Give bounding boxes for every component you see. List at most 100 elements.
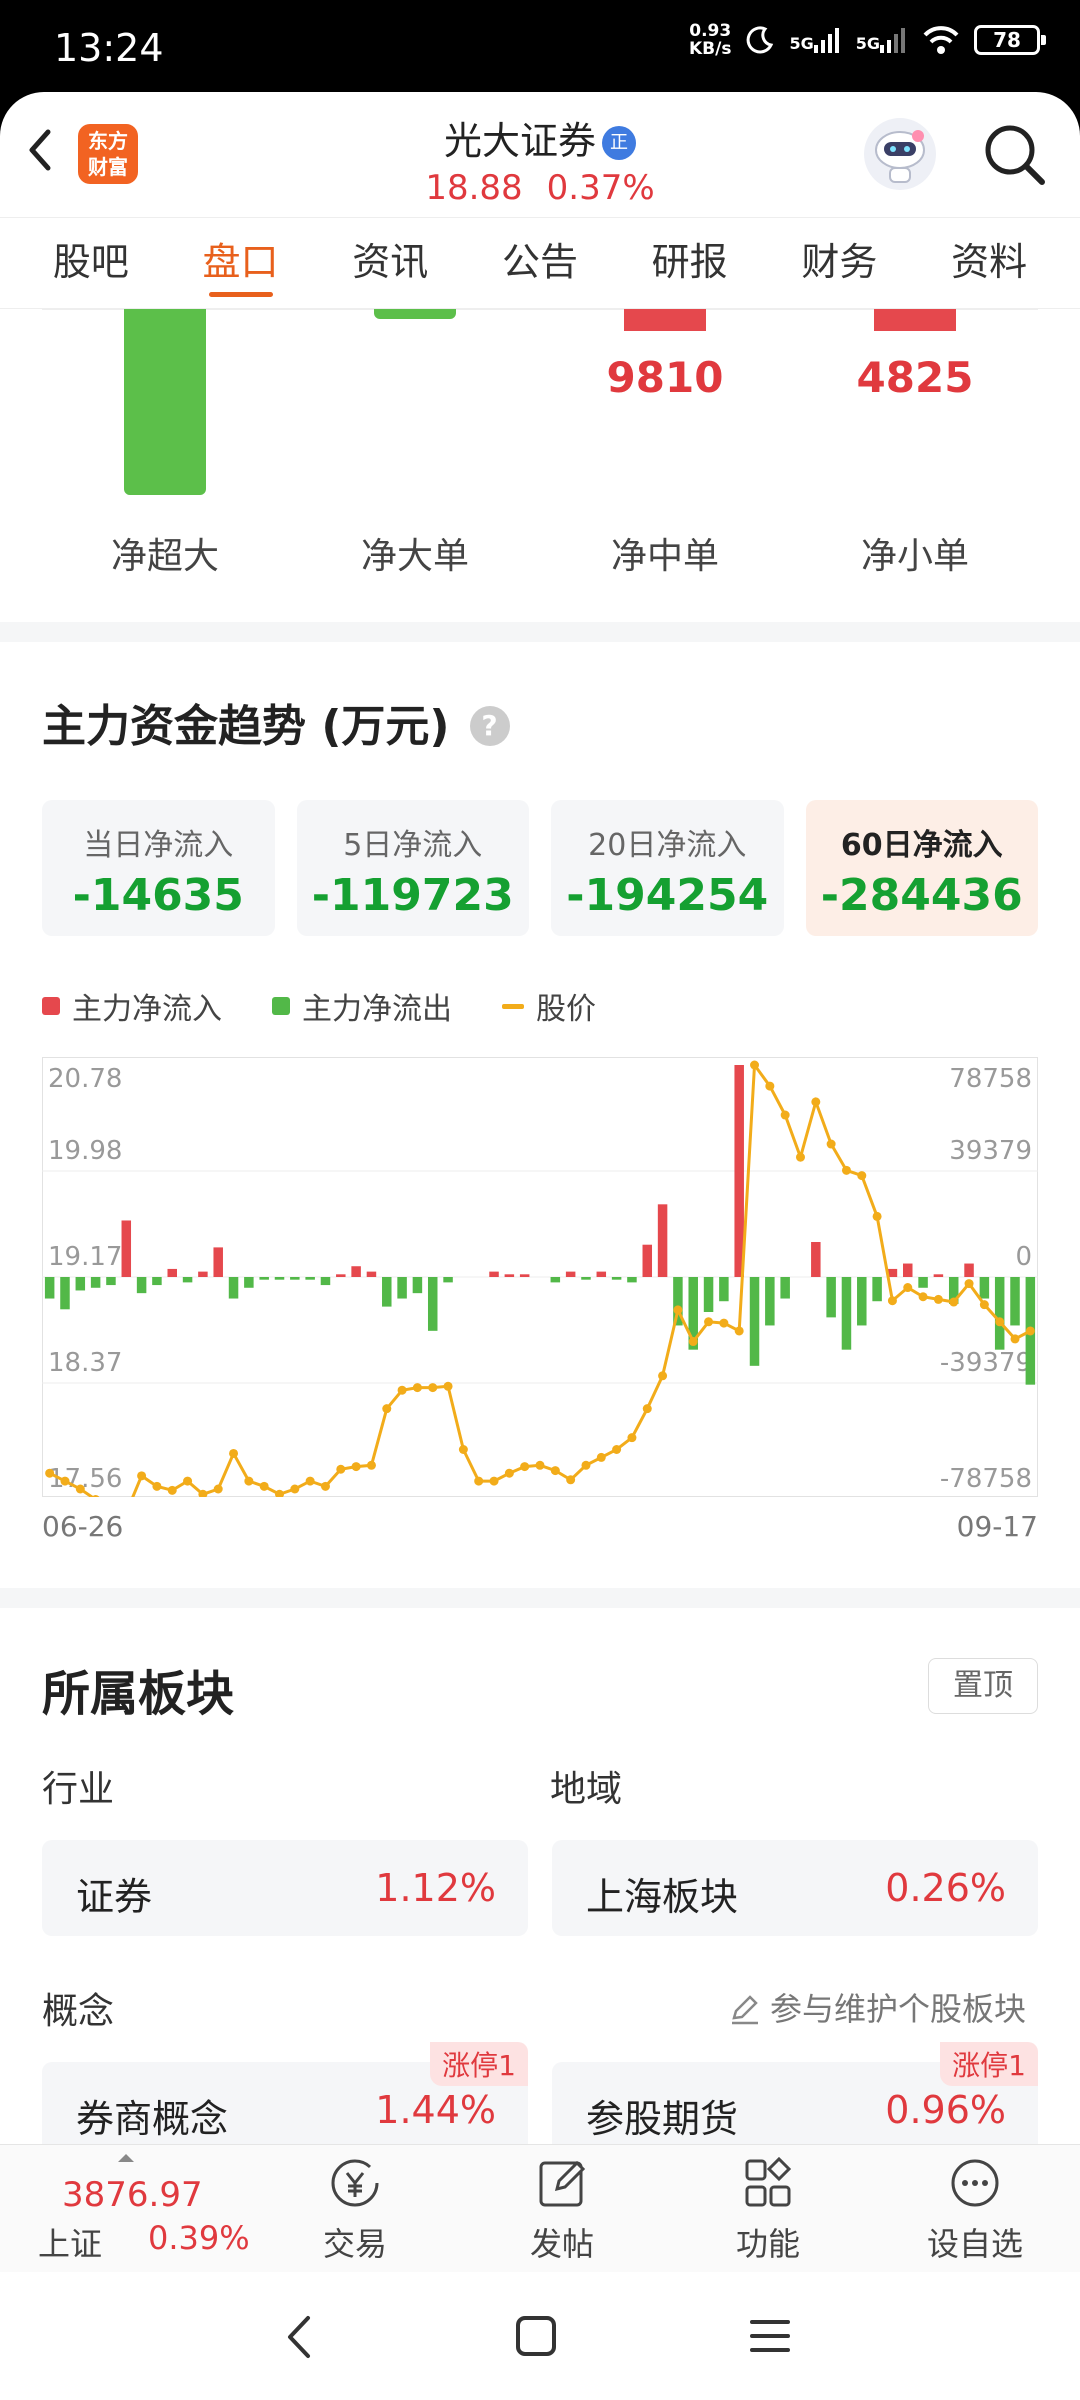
- maintain-sectors-link[interactable]: 参与维护个股板块: [728, 1984, 1026, 2030]
- moon-icon: [747, 26, 774, 54]
- card-5-day[interactable]: 5日净流入 -119723: [296, 800, 529, 936]
- outflow-bar: [412, 1277, 423, 1294]
- tab-news[interactable]: 资讯: [352, 217, 428, 309]
- add-watchlist-button[interactable]: 设自选: [910, 2155, 1040, 2265]
- outflow-bar: [244, 1277, 254, 1288]
- tab-guba[interactable]: 股吧: [53, 217, 129, 309]
- help-icon[interactable]: ?: [469, 706, 510, 746]
- price-point: [949, 1297, 959, 1307]
- legend-inflow: 主力净流入: [42, 984, 222, 1028]
- inflow-bar: [596, 1271, 607, 1277]
- price-point: [366, 1460, 376, 1470]
- price-point: [612, 1444, 622, 1454]
- price-point: [1025, 1326, 1035, 1336]
- price-point: [780, 1110, 790, 1120]
- flow-label-large: 净大单: [360, 536, 469, 577]
- price-point: [320, 1481, 330, 1491]
- outflow-bar: [382, 1277, 392, 1307]
- sector-card-industry[interactable]: 证券 1.12%: [42, 1840, 528, 1936]
- flow-value-medium: 9810: [606, 353, 724, 402]
- price-point: [979, 1300, 989, 1310]
- outflow-bar: [857, 1277, 867, 1326]
- price-point: [995, 1317, 1005, 1327]
- price-point: [183, 1476, 193, 1486]
- price-point: [336, 1464, 346, 1474]
- outflow-bar: [780, 1277, 790, 1299]
- outflow-bar: [90, 1277, 101, 1288]
- left-axis-tick: 19.98: [48, 1136, 122, 1166]
- price-point: [581, 1460, 591, 1470]
- price-point: [167, 1485, 177, 1495]
- sector-card-region[interactable]: 上海板块 0.26%: [552, 1840, 1038, 1936]
- tab-profile[interactable]: 资料: [951, 217, 1027, 309]
- inflow-bar: [642, 1244, 653, 1277]
- card-60-day[interactable]: 60日净流入 -284436: [805, 800, 1038, 936]
- stock-change-pct: 0.37%: [546, 168, 655, 208]
- price-point: [428, 1383, 438, 1393]
- price-point: [520, 1462, 530, 1472]
- price-point: [213, 1484, 223, 1494]
- chart-start-date: 06-26: [42, 1510, 124, 1543]
- price-point: [275, 1489, 285, 1497]
- outflow-bar: [826, 1277, 836, 1318]
- capital-trend-chart[interactable]: 20.78 7875819.98 3937919.17 018.37 -3937917.…: [42, 1057, 1038, 1497]
- flow-bar-medium: [624, 309, 706, 331]
- price-point: [627, 1433, 637, 1443]
- outflow-bar: [44, 1277, 55, 1299]
- card-today[interactable]: 当日净流入 -14635: [42, 800, 275, 936]
- price-point: [658, 1371, 668, 1381]
- price-point: [1010, 1334, 1020, 1344]
- inflow-bar: [811, 1242, 821, 1277]
- flow-label-super-large: 净超大: [110, 536, 219, 577]
- outflow-bar: [872, 1277, 882, 1302]
- battery-icon: 78: [974, 25, 1046, 55]
- price-point: [734, 1326, 744, 1336]
- nav-menu-icon[interactable]: [748, 2314, 792, 2358]
- concept-label: 概念: [42, 1991, 115, 2032]
- tab-finance[interactable]: 财务: [801, 217, 877, 309]
- inflow-bar: [213, 1247, 223, 1277]
- outflow-bar: [611, 1277, 622, 1280]
- post-button[interactable]: 发帖: [497, 2155, 627, 2265]
- flow-summary: 9810 4825 净超大 净大单 净中单 净小单: [0, 309, 1080, 619]
- nav-back-icon[interactable]: [280, 2312, 320, 2362]
- outflow-bar: [703, 1277, 714, 1312]
- section-divider-2: [0, 1588, 1080, 1608]
- tab-pankou[interactable]: 盘口: [203, 217, 279, 309]
- card-20-day[interactable]: 20日净流入 -194254: [551, 800, 784, 936]
- trend-title: 主力资金趋势 (万元)?: [42, 690, 510, 754]
- outflow-bar: [765, 1277, 775, 1326]
- left-axis-tick: 18.37: [48, 1348, 122, 1378]
- inflow-bar: [351, 1266, 361, 1277]
- function-button[interactable]: 功能: [703, 2155, 833, 2265]
- price-point: [244, 1476, 254, 1486]
- chart-date-range: 06-26 09-17: [42, 1510, 1038, 1543]
- right-axis-tick: 0: [1015, 1242, 1032, 1272]
- right-axis-tick: -78758: [940, 1464, 1032, 1494]
- price-point: [382, 1404, 392, 1414]
- outflow-bar: [228, 1277, 239, 1299]
- outflow-bar: [719, 1277, 729, 1302]
- price-point: [642, 1404, 652, 1414]
- pin-button[interactable]: 置顶: [928, 1658, 1038, 1714]
- inflow-bar: [565, 1271, 576, 1277]
- robot-assistant-icon[interactable]: [860, 114, 940, 194]
- flow-bar-large: [374, 309, 456, 319]
- search-icon[interactable]: [980, 120, 1050, 190]
- nav-home-icon[interactable]: [514, 2314, 558, 2358]
- tab-announcements[interactable]: 公告: [502, 217, 578, 309]
- price-point: [290, 1484, 300, 1494]
- caret-up-icon: [118, 2154, 134, 2162]
- left-axis-tick: 19.17: [48, 1242, 122, 1272]
- outflow-bar: [305, 1277, 315, 1280]
- tab-research[interactable]: 研报: [652, 217, 728, 309]
- trade-button[interactable]: 交易: [290, 2155, 420, 2265]
- price-point: [857, 1171, 867, 1181]
- price-point: [535, 1460, 545, 1470]
- legend-outflow: 主力净流出: [272, 984, 452, 1028]
- system-nav-bar: [0, 2272, 1080, 2400]
- outflow-bar: [443, 1277, 453, 1283]
- price-point: [489, 1476, 499, 1486]
- price-point: [688, 1337, 698, 1347]
- right-axis-tick: 78758: [949, 1064, 1032, 1094]
